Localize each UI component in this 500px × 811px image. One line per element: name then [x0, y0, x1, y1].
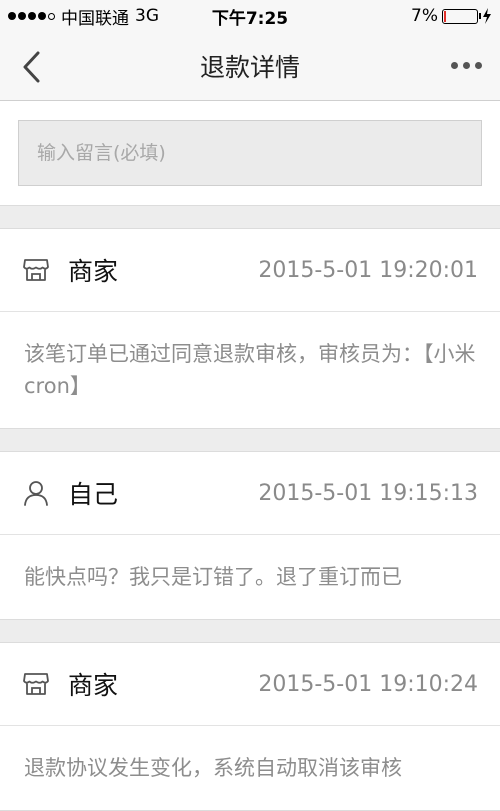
- store-icon: [23, 673, 49, 695]
- record-content: 能快点吗？我只是订错了。退了重订而已: [24, 565, 402, 589]
- record-role: 商家: [68, 671, 119, 700]
- charging-bolt-icon: [483, 8, 491, 24]
- record-time: 2015-5-01 19:10:24: [258, 671, 478, 697]
- record-content: 退款协议发生变化，系统自动取消该审核: [24, 756, 402, 780]
- record-time: 2015-5-01 19:20:01: [258, 257, 478, 283]
- refund-record: 自己 2015-5-01 19:15:13 能快点吗？我只是订错了。退了重订而已: [0, 451, 500, 620]
- record-role: 商家: [68, 257, 119, 286]
- record-time: 2015-5-01 19:15:13: [258, 480, 478, 506]
- message-input-section: [0, 101, 500, 206]
- back-chevron-icon[interactable]: [20, 50, 44, 84]
- message-input[interactable]: [18, 120, 482, 186]
- refund-record: 商家 2015-5-01 19:20:01 该笔订单已通过同意退款审核，审核员为…: [0, 228, 500, 429]
- record-content: 该笔订单已通过同意退款审核，审核员为：【小米cron】: [24, 342, 476, 398]
- refund-record: 商家 2015-5-01 19:10:24 退款协议发生变化，系统自动取消该审核: [0, 642, 500, 811]
- page-title: 退款详情: [199, 53, 300, 82]
- record-role: 自己: [68, 480, 119, 509]
- navigation-bar: 退款详情: [0, 32, 500, 101]
- carrier-name: 中国联通: [61, 8, 129, 29]
- more-options-icon[interactable]: [451, 62, 482, 69]
- person-icon: [24, 481, 48, 506]
- battery-icon: [442, 8, 481, 24]
- battery-percent: 7%: [411, 6, 438, 26]
- signal-strength-icon: [8, 12, 55, 20]
- store-icon: [23, 259, 49, 281]
- status-bar: 中国联通 3G 下午7:25 7%: [0, 0, 500, 32]
- network-type: 3G: [135, 6, 159, 26]
